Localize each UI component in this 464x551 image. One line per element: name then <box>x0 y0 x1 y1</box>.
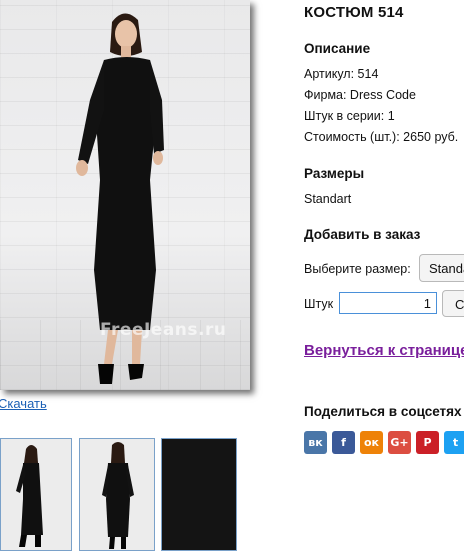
add-to-order-heading: Добавить в заказ <box>304 227 421 242</box>
thumbnail-fabric-detail[interactable] <box>161 438 237 551</box>
vk-icon: вк <box>308 436 323 449</box>
quantity-label: Штук <box>304 297 334 311</box>
sizes-heading: Размеры <box>304 166 365 181</box>
unit-price: Стоимость (шт.): 2650 руб. <box>304 130 459 144</box>
back-to-page-link[interactable]: Вернуться к странице <box>304 342 464 359</box>
download-link[interactable]: Скачать <box>0 396 47 411</box>
brand-name: Фирма: Dress Code <box>304 88 416 102</box>
odnoklassniki-share-button[interactable]: ок <box>360 431 383 454</box>
share-heading: Поделиться в соцсетях <box>304 404 462 419</box>
google-plus-share-button[interactable]: G+ <box>388 431 411 454</box>
vk-share-button[interactable]: вк <box>304 431 327 454</box>
facebook-share-button[interactable]: f <box>332 431 355 454</box>
odnoklassniki-icon: ок <box>363 436 380 449</box>
watermark-text: FreeJeans.ru <box>100 320 227 340</box>
google-plus-icon: G+ <box>390 436 409 449</box>
save-order-button[interactable]: Сохранить <box>442 290 464 317</box>
product-photo[interactable]: FreeJeans.ru <box>0 0 250 390</box>
article-number: Артикул: 514 <box>304 67 379 81</box>
thumbnail-back[interactable] <box>79 438 155 551</box>
twitter-icon: t <box>452 436 459 449</box>
choose-size-label: Выберите размер: <box>304 262 411 276</box>
thumbnail-figure <box>1 439 71 550</box>
available-size: Standart <box>304 192 352 206</box>
thumbnail-figure <box>80 439 154 550</box>
facebook-icon: f <box>341 436 346 449</box>
product-title: КОСТЮМ 514 <box>304 4 404 21</box>
twitter-share-button[interactable]: t <box>444 431 464 454</box>
size-select[interactable]: Standart <box>419 254 464 282</box>
series-count: Штук в серии: 1 <box>304 109 395 123</box>
quantity-input[interactable]: 1 <box>339 292 437 314</box>
description-heading: Описание <box>304 41 371 56</box>
pinterest-icon: P <box>423 436 432 449</box>
pinterest-share-button[interactable]: P <box>416 431 439 454</box>
thumbnail-front[interactable] <box>0 438 72 551</box>
